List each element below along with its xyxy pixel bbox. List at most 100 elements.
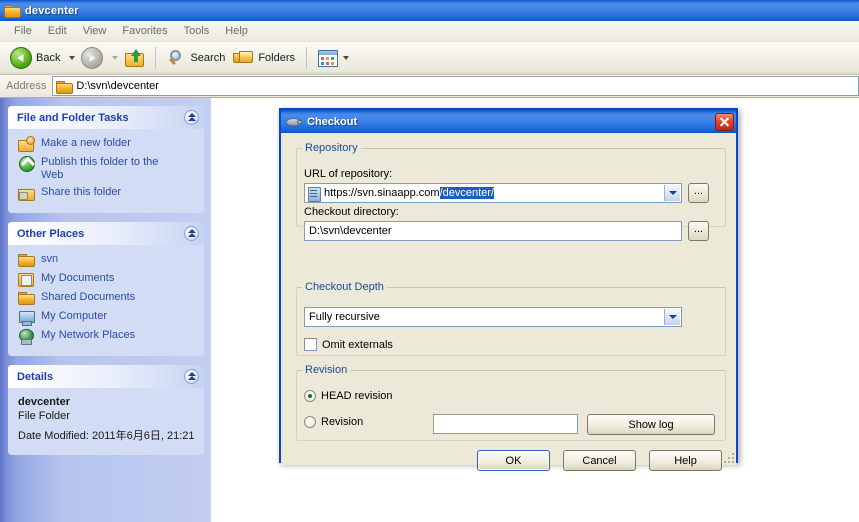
- url-value-plain: https://svn.sinaapp.com: [324, 187, 440, 199]
- search-icon: [167, 49, 186, 68]
- back-arrow-icon: [10, 47, 32, 69]
- sidebar-item-label: svn: [41, 252, 58, 266]
- views-dropdown-icon[interactable]: [343, 56, 349, 60]
- network-places-icon: [18, 328, 35, 344]
- revision-group: Revision HEAD revision Revision Show log: [296, 364, 726, 441]
- checkout-depth-dropdown-button[interactable]: [664, 309, 680, 325]
- panel-file-and-folder-tasks: File and Folder Tasks Make a new folder …: [8, 106, 204, 213]
- back-button-label: Back: [36, 52, 60, 64]
- chevron-up-icon[interactable]: [184, 110, 199, 125]
- revision-number-input[interactable]: [433, 414, 578, 434]
- checkout-directory-value: D:\svn\devcenter: [309, 225, 392, 237]
- checkout-directory-label: Checkout directory:: [304, 206, 399, 218]
- repository-legend: Repository: [302, 142, 361, 154]
- cancel-button[interactable]: Cancel: [563, 450, 636, 471]
- sidebar-item-label: Share this folder: [41, 185, 121, 199]
- sidebar-item-share-this-folder[interactable]: Share this folder: [18, 185, 196, 201]
- new-folder-icon: [18, 136, 35, 152]
- checkout-depth-value: Fully recursive: [309, 311, 380, 323]
- explorer-sidebar: File and Folder Tasks Make a new folder …: [0, 98, 211, 522]
- sidebar-item-label: Publish this folder to the Web: [41, 155, 181, 182]
- url-of-repository-label: URL of repository:: [304, 168, 392, 180]
- menu-item-help[interactable]: Help: [217, 23, 256, 39]
- share-folder-icon: [18, 185, 35, 201]
- url-of-repository-input[interactable]: https://svn.sinaapp.com/devcenter/: [304, 183, 682, 203]
- dialog-body: Repository URL of repository: https://sv…: [281, 133, 736, 465]
- forward-dropdown-icon[interactable]: [112, 56, 118, 60]
- forward-arrow-icon: [81, 47, 103, 69]
- revision-radio[interactable]: Revision: [304, 416, 363, 428]
- panel-body-file-and-folder-tasks: Make a new folder Publish this folder to…: [8, 129, 204, 213]
- details-date-modified: Date Modified: 2011年6月6日, 21:21: [18, 429, 196, 443]
- panel-details: Details devcenter File Folder Date Modif…: [8, 365, 204, 455]
- omit-externals-checkbox[interactable]: Omit externals: [304, 338, 393, 351]
- checkout-depth-select[interactable]: Fully recursive: [304, 307, 682, 327]
- sidebar-item-make-a-new-folder[interactable]: Make a new folder: [18, 136, 196, 152]
- checkout-directory-browse-button[interactable]: ...: [688, 221, 709, 241]
- resize-grip[interactable]: [722, 451, 734, 463]
- back-dropdown-icon[interactable]: [69, 56, 75, 60]
- panel-header-file-and-folder-tasks[interactable]: File and Folder Tasks: [8, 106, 204, 129]
- checkbox-box: [304, 338, 317, 351]
- panel-header-details[interactable]: Details: [8, 365, 204, 388]
- views-button[interactable]: [314, 45, 355, 71]
- radio-box: [304, 416, 316, 428]
- head-revision-radio[interactable]: HEAD revision: [304, 390, 393, 402]
- menu-item-view[interactable]: View: [75, 23, 115, 39]
- menu-item-tools[interactable]: Tools: [176, 23, 218, 39]
- window-titlebar: devcenter: [0, 0, 859, 21]
- checkout-depth-group: Checkout Depth Fully recursive Omit exte…: [296, 281, 726, 356]
- panel-body-other-places: svn My Documents Shared Documents My Com…: [8, 245, 204, 356]
- publish-web-icon: [18, 155, 35, 171]
- forward-button[interactable]: [77, 45, 107, 71]
- show-log-button[interactable]: Show log: [587, 414, 715, 435]
- panel-body-details: devcenter File Folder Date Modified: 201…: [8, 388, 204, 455]
- sidebar-item-my-computer[interactable]: My Computer: [18, 309, 196, 325]
- sidebar-item-my-network-places[interactable]: My Network Places: [18, 328, 196, 344]
- address-label: Address: [0, 80, 52, 92]
- toolbar: Back Search Folders: [0, 42, 859, 75]
- back-button[interactable]: Back: [6, 45, 64, 71]
- folders-button[interactable]: Folders: [229, 45, 299, 71]
- views-icon: [318, 50, 338, 67]
- url-value-selected: /devcenter/: [440, 187, 494, 199]
- panel-title: Other Places: [17, 228, 84, 240]
- sidebar-item-publish-this-folder-to-the-web[interactable]: Publish this folder to the Web: [18, 155, 196, 182]
- menu-item-edit[interactable]: Edit: [40, 23, 75, 39]
- checkout-directory-input[interactable]: D:\svn\devcenter: [304, 221, 682, 241]
- search-button[interactable]: Search: [163, 45, 229, 71]
- url-dropdown-button[interactable]: [664, 185, 680, 201]
- chevron-up-icon[interactable]: [184, 369, 199, 384]
- panel-title: Details: [17, 371, 53, 383]
- sidebar-item-label: My Documents: [41, 271, 114, 285]
- my-documents-icon: [18, 271, 35, 287]
- chevron-up-icon[interactable]: [184, 226, 199, 241]
- folders-button-label: Folders: [258, 52, 295, 64]
- sidebar-item-label: Make a new folder: [41, 136, 131, 150]
- tortoisesvn-icon: [286, 115, 302, 129]
- repository-group: Repository URL of repository: https://sv…: [296, 142, 726, 227]
- menu-item-file[interactable]: File: [6, 23, 40, 39]
- address-value: D:\svn\devcenter: [76, 80, 159, 92]
- panel-header-other-places[interactable]: Other Places: [8, 222, 204, 245]
- sidebar-item-svn[interactable]: svn: [18, 252, 196, 268]
- close-icon[interactable]: [715, 113, 734, 131]
- toolbar-separator-2: [306, 47, 307, 69]
- sidebar-item-label: Shared Documents: [41, 290, 135, 304]
- sidebar-item-shared-documents[interactable]: Shared Documents: [18, 290, 196, 306]
- address-folder-icon: [56, 80, 72, 93]
- address-input[interactable]: D:\svn\devcenter: [52, 76, 859, 96]
- menu-item-favorites[interactable]: Favorites: [114, 23, 175, 39]
- sidebar-item-label: My Network Places: [41, 328, 135, 342]
- ok-button[interactable]: OK: [477, 450, 550, 471]
- help-button[interactable]: Help: [649, 450, 722, 471]
- url-browse-button[interactable]: ...: [688, 183, 709, 203]
- toolbar-separator-1: [155, 47, 156, 69]
- search-button-label: Search: [190, 52, 225, 64]
- sidebar-item-my-documents[interactable]: My Documents: [18, 271, 196, 287]
- panel-title: File and Folder Tasks: [17, 112, 129, 124]
- panel-other-places: Other Places svn My Documents Shared Doc…: [8, 222, 204, 356]
- up-button[interactable]: [120, 45, 148, 71]
- details-type: File Folder: [18, 409, 196, 423]
- sidebar-item-label: My Computer: [41, 309, 107, 323]
